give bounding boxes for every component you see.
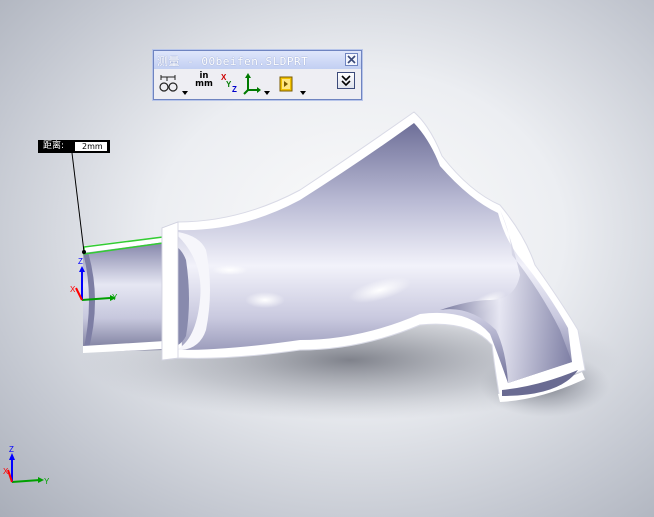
double-chevron-down-icon (341, 75, 351, 87)
show-xyz-button[interactable]: X Y Z (220, 72, 240, 96)
expand-button[interactable] (337, 72, 355, 89)
triad-y-label: Y (112, 293, 118, 302)
xyz-measure-icon: X Y Z (221, 73, 237, 94)
measurement-history-button[interactable] (277, 72, 297, 96)
view-triad-x-label: X (3, 467, 9, 476)
units-precision-button[interactable]: in mm (195, 72, 213, 89)
callout-anchor-point (82, 250, 86, 254)
graphics-viewport[interactable]: Y Z X Z X Y 距离: 2mm 测量 - 00beifen.SLDPRT (0, 0, 654, 517)
triad-x-label: X (70, 285, 76, 294)
close-button[interactable] (345, 53, 358, 66)
chevron-down-icon (264, 91, 270, 95)
view-orientation-triad[interactable]: Z X Y (3, 445, 50, 486)
distance-callout: 距离: 2mm (38, 140, 110, 153)
chevron-down-icon (182, 91, 188, 95)
view-triad-z-label: Z (9, 445, 14, 454)
close-icon (347, 55, 356, 64)
arc-circle-measure-icon (159, 75, 178, 92)
arc-circle-dropdown[interactable] (182, 80, 188, 99)
history-icon (279, 76, 293, 92)
measure-window[interactable]: 测量 - 00beifen.SLDPRT in mm X Y Z (153, 50, 362, 100)
inlet-pipe[interactable] (83, 236, 165, 353)
axis-arrows-icon (243, 73, 261, 95)
triad-z-label: Z (78, 257, 83, 266)
measure-toolbar: in mm X Y Z (154, 69, 361, 99)
svg-text:Z: Z (232, 85, 237, 94)
callout-leader-line (71, 152, 85, 253)
units-mm-label: mm (195, 79, 213, 89)
point-to-point-dropdown[interactable] (264, 80, 270, 99)
point-to-point-button[interactable] (243, 72, 261, 96)
view-triad-y-label: Y (44, 477, 50, 486)
distance-label: 距离: (43, 141, 65, 151)
measure-window-title: 测量 - 00beifen.SLDPRT (157, 55, 309, 68)
measure-titlebar[interactable]: 测量 - 00beifen.SLDPRT (154, 51, 361, 69)
chevron-down-icon (300, 91, 306, 95)
distance-value: 2mm (75, 142, 107, 151)
history-dropdown[interactable] (300, 80, 306, 99)
arc-circle-measurements-button[interactable] (158, 72, 180, 96)
